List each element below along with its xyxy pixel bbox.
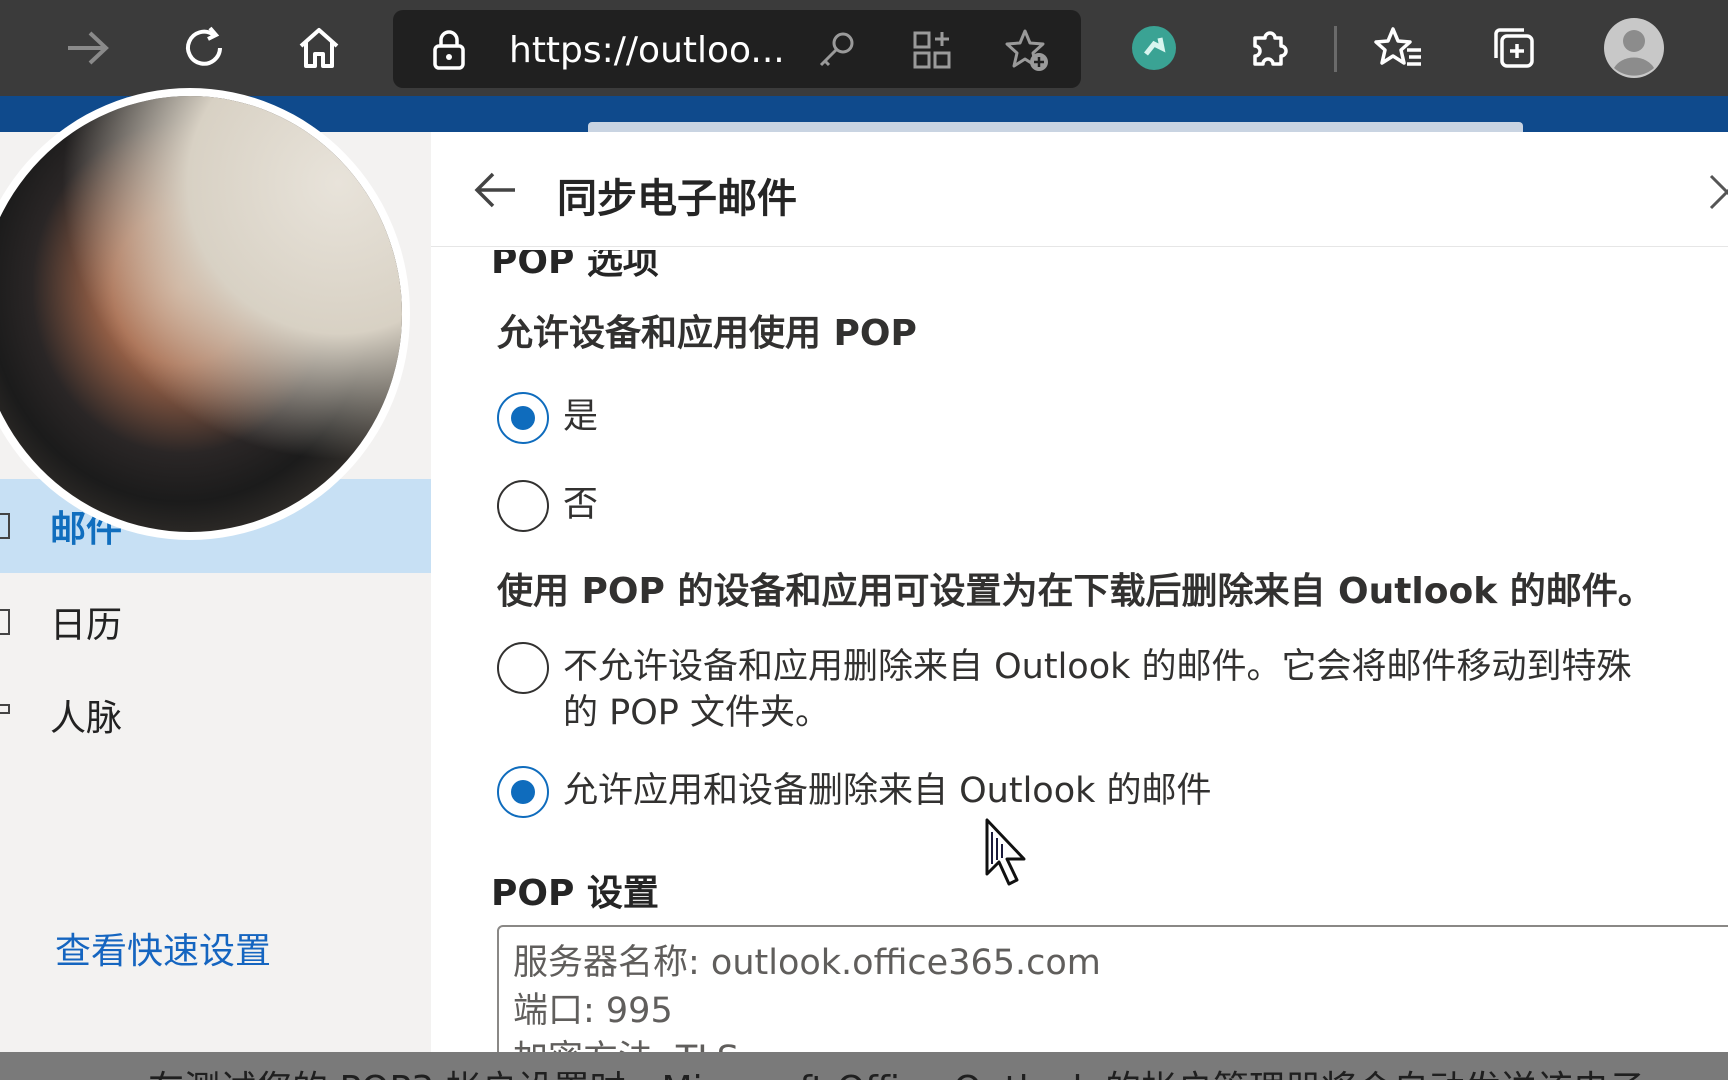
radio-label-line: 不允许设备和应用删除来自 Outlook 的邮件。它会将邮件移动到特殊 — [563, 647, 1632, 687]
forward-icon — [68, 31, 109, 65]
address-bar[interactable]: https://outloo... — [393, 10, 1081, 88]
close-button[interactable] — [1707, 172, 1728, 212]
port-text: 端口: 995 — [513, 991, 673, 1031]
home-icon — [299, 28, 339, 68]
lock-icon[interactable] — [425, 26, 473, 74]
favorites-button[interactable] — [1364, 14, 1432, 82]
video-subtitle: 在测试您的 POP3 帐户设置时，Microsoft Office Outloo… — [0, 1052, 1728, 1080]
favorites-icon — [1374, 27, 1421, 66]
sync-email-panel: 同步电子邮件 POP 选项 允许设备和应用使用 POP 是 否 使用 POP 的… — [431, 132, 1728, 1065]
refresh-button[interactable] — [170, 14, 238, 82]
browser-toolbar: https://outloo... — [0, 0, 1728, 96]
allow-pop-no-radio[interactable]: 否 — [497, 480, 598, 532]
disallow-delete-radio[interactable]: 不允许设备和应用删除来自 Outlook 的邮件。它会将邮件移动到特殊 的 PO… — [497, 642, 1632, 736]
delete-question: 使用 POP 的设备和应用可设置为在下载后删除来自 Outlook 的邮件。 — [497, 571, 1654, 612]
radio-circle[interactable] — [497, 766, 549, 818]
home-button[interactable] — [285, 14, 353, 82]
add-favorite-icon[interactable] — [1003, 26, 1051, 74]
radio-label: 允许应用和设备删除来自 Outlook 的邮件 — [563, 771, 1212, 811]
radio-circle[interactable] — [497, 642, 549, 694]
radio-label: 否 — [563, 485, 599, 525]
pop-settings-box: 服务器名称: outlook.office365.com 端口: 995 加密方… — [497, 925, 1728, 1065]
allow-delete-radio[interactable]: 允许应用和设备删除来自 Outlook 的邮件 — [497, 766, 1212, 818]
view-quick-settings-link[interactable]: 查看快速设置 — [55, 922, 271, 974]
nav-item-label: 人脉 — [50, 698, 123, 739]
extension-badge-icon — [1132, 26, 1176, 70]
forward-button[interactable] — [54, 14, 122, 82]
collections-button[interactable] — [1480, 14, 1548, 82]
allow-pop-question: 允许设备和应用使用 POP — [497, 313, 917, 354]
close-icon — [1709, 174, 1728, 210]
calendar-icon — [0, 609, 10, 635]
profile-icon — [1604, 18, 1664, 78]
nav-item-people[interactable]: 人脉 — [0, 668, 431, 762]
back-arrow-icon — [474, 172, 515, 208]
refresh-icon — [186, 26, 222, 66]
profile-button[interactable] — [1600, 14, 1668, 82]
toolbar-separator — [1334, 26, 1337, 72]
url-text[interactable]: https://outloo... — [509, 30, 785, 71]
nav-item-calendar[interactable]: 日历 — [0, 575, 431, 669]
search-box[interactable] — [588, 122, 1523, 132]
extensions-button[interactable] — [1235, 14, 1303, 82]
extensions-icon — [1253, 31, 1288, 66]
apps-icon[interactable] — [908, 26, 956, 74]
key-icon[interactable] — [813, 26, 861, 74]
radio-circle[interactable] — [497, 480, 549, 532]
nav-item-label: 日历 — [50, 605, 123, 646]
webcam-background — [0, 96, 402, 532]
back-button[interactable] — [467, 166, 523, 214]
radio-label: 不允许设备和应用删除来自 Outlook 的邮件。它会将邮件移动到特殊 的 PO… — [563, 642, 1632, 736]
people-icon — [0, 704, 10, 714]
radio-label-line: 的 POP 文件夹。 — [563, 693, 831, 733]
server-name-text: 服务器名称: outlook.office365.com — [513, 943, 1101, 983]
subtitle-text: 在测试您的 POP3 帐户设置时，Microsoft Office Outloo… — [148, 1060, 1645, 1080]
mouse-cursor-icon — [985, 818, 1026, 886]
radio-circle[interactable] — [497, 392, 549, 444]
pop-settings-title: POP 设置 — [491, 873, 659, 914]
panel-title: 同步电子邮件 — [557, 176, 797, 222]
allow-pop-yes-radio[interactable]: 是 — [497, 392, 598, 444]
panel-header: 同步电子邮件 — [431, 132, 1728, 247]
collections-icon — [1494, 28, 1534, 68]
radio-label: 是 — [563, 397, 599, 437]
extension-badge-button[interactable] — [1120, 14, 1188, 82]
webcam-overlay — [0, 88, 410, 540]
